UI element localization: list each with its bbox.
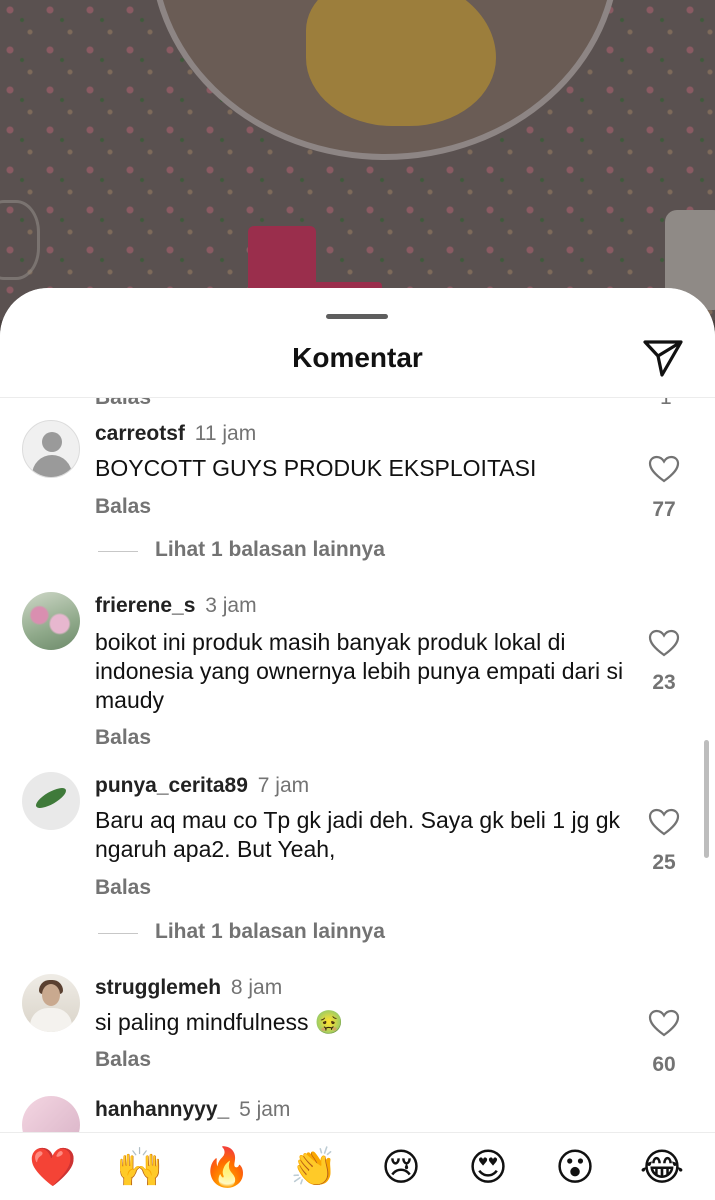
emoji-reaction-bar: ❤️ 🙌 🔥 👏 😢 😍 😮 😂 [0, 1132, 715, 1200]
timestamp: 11 jam [194, 422, 257, 445]
view-more-replies[interactable]: Lihat 1 balasan lainnya [0, 920, 715, 948]
comment-meta: hanhannyyy_ 5 jam [95, 1098, 290, 1122]
like-count: 23 [652, 671, 676, 694]
avatar-face [42, 984, 60, 1006]
avatar-leaf [33, 784, 69, 812]
avatar-head [42, 432, 62, 452]
reply-button[interactable]: Balas [95, 495, 151, 519]
emoji-fire[interactable]: 🔥 [203, 1143, 251, 1191]
partial-comment-row: Balas 1 [0, 398, 715, 409]
mirror-shape [150, 0, 620, 160]
avatar[interactable] [22, 974, 80, 1032]
reply-button[interactable]: Balas [95, 726, 151, 750]
view-more-replies[interactable]: Lihat 1 balasan lainnya [0, 538, 715, 566]
fabric-shape [306, 0, 496, 126]
reply-button[interactable]: Balas [95, 1048, 151, 1072]
comment-text: boikot ini produk masih banyak produk lo… [95, 629, 624, 713]
username[interactable]: hanhannyyy_ [95, 1098, 229, 1121]
emoji-surprised[interactable]: 😮 [551, 1143, 599, 1191]
timestamp: 7 jam [257, 774, 310, 797]
username[interactable]: frierene_s [95, 594, 195, 617]
comment-text: Baru aq mau co Tp gk jadi deh. Saya gk b… [95, 807, 621, 862]
emoji-heart[interactable]: ❤️ [29, 1143, 77, 1191]
like-count: 60 [652, 1053, 676, 1076]
sheet-title: Komentar [292, 342, 423, 373]
lace-shape [0, 200, 40, 280]
drag-handle[interactable] [326, 314, 388, 319]
heart-icon[interactable] [648, 807, 680, 837]
sheet-header: Komentar [0, 288, 715, 398]
avatar[interactable] [22, 772, 80, 830]
comment-meta: carreotsf 11 jam [95, 422, 256, 446]
username[interactable]: carreotsf [95, 422, 185, 445]
comment-text: BOYCOTT GUYS PRODUK EKSPLOITASI [95, 455, 537, 481]
divider-line [98, 551, 138, 552]
avatar[interactable] [22, 592, 80, 650]
comment-list[interactable]: Balas 1 carreotsf 11 jam BOYCOTT GUYS PR… [0, 398, 715, 1132]
like-count: 1 [660, 398, 672, 410]
emoji-heart-eyes[interactable]: 😍 [464, 1143, 512, 1191]
view-more-replies-label[interactable]: Lihat 1 balasan lainnya [155, 538, 385, 562]
comment-meta: strugglemeh 8 jam [95, 976, 282, 1000]
heart-icon[interactable] [648, 1008, 680, 1038]
heart-icon[interactable] [648, 628, 680, 658]
heart-icon[interactable] [648, 454, 680, 484]
avatar[interactable] [22, 1096, 80, 1132]
comments-sheet: Komentar Balas 1 carreotsf 11 jam BOYCOT… [0, 288, 715, 1200]
divider-line [98, 933, 138, 934]
timestamp: 8 jam [230, 976, 283, 999]
reply-button[interactable]: Balas [95, 398, 151, 410]
username[interactable]: punya_cerita89 [95, 774, 248, 797]
comment-meta: punya_cerita89 7 jam [95, 774, 309, 798]
emoji-raised-hands[interactable]: 🙌 [116, 1143, 164, 1191]
comment-meta: frierene_s 3 jam [95, 594, 257, 618]
like-count: 25 [652, 851, 676, 874]
avatar-dress [30, 1008, 72, 1032]
timestamp: 3 jam [205, 594, 257, 617]
username[interactable]: strugglemeh [95, 976, 221, 999]
timestamp: 5 jam [239, 1098, 291, 1121]
scrollbar[interactable] [704, 740, 709, 858]
avatar-body [32, 455, 72, 477]
like-count: 77 [652, 498, 676, 521]
avatar[interactable] [22, 420, 80, 478]
emoji-clapping[interactable]: 👏 [290, 1143, 338, 1191]
view-more-replies-label[interactable]: Lihat 1 balasan lainnya [155, 920, 385, 944]
reply-button[interactable]: Balas [95, 876, 151, 900]
emoji-laughing[interactable]: 😂 [638, 1143, 686, 1191]
emoji-crying[interactable]: 😢 [377, 1143, 425, 1191]
send-icon[interactable] [640, 336, 686, 380]
background-photo [0, 0, 715, 320]
comment-text: si paling mindfulness 🤢 [95, 1009, 344, 1035]
